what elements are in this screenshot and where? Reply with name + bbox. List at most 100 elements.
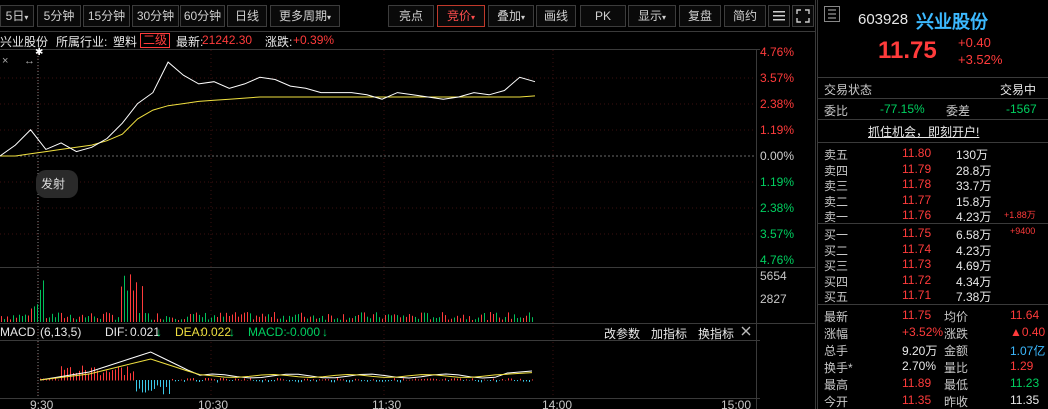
volume-bar xyxy=(46,318,47,322)
sell-level-row[interactable]: 卖二 11.77 15.8万 xyxy=(818,192,1048,209)
macd-bar xyxy=(265,379,266,381)
buy-level-row[interactable]: 买三 11.73 4.69万 xyxy=(818,256,1048,273)
volume-bar xyxy=(451,318,452,322)
volume-bar xyxy=(151,319,152,322)
macd-bar xyxy=(304,378,305,381)
stats-row[interactable]: 最高 11.89 最低 11.23 xyxy=(818,375,1048,392)
volume-bar xyxy=(430,319,431,322)
macd-bar xyxy=(442,379,443,381)
volume-bar xyxy=(352,318,353,322)
expand-icon[interactable] xyxy=(824,6,840,22)
macd-bar xyxy=(469,380,470,381)
promo-banner[interactable]: 抓住机会，即刻开户! xyxy=(818,122,1048,139)
volume-bar xyxy=(295,314,296,322)
volume-bar xyxy=(463,314,464,322)
level-volume: 7.38万 xyxy=(956,290,992,304)
macd-bar xyxy=(424,378,425,381)
stat-label: 换手* xyxy=(824,361,853,375)
expand-icon[interactable]: ↔ xyxy=(24,55,35,67)
volume-bar xyxy=(115,319,116,322)
stat-label: 昨收 xyxy=(944,395,969,409)
volume-bars xyxy=(1,274,533,322)
volume-bar xyxy=(499,317,500,322)
volume-bar xyxy=(502,319,503,322)
sell-level-row[interactable]: 卖五 11.80 130万 xyxy=(818,145,1048,162)
macd-bar xyxy=(52,379,53,381)
volume-bar xyxy=(106,312,107,322)
stats-row[interactable]: 换手* 2.70% 量比 1.29 xyxy=(818,358,1048,375)
weibi-label: 委比 xyxy=(824,104,849,118)
price-pct: +3.52% xyxy=(958,52,1003,67)
stats-row[interactable]: 最新 11.75 均价 11.64 xyxy=(818,307,1048,324)
macd-title[interactable]: MACD xyxy=(0,325,35,339)
avg-price-line xyxy=(0,95,536,157)
macd-bar xyxy=(172,378,173,381)
time-axis-label: 10:30 xyxy=(198,398,228,409)
close-icon[interactable]: × xyxy=(2,55,8,67)
volume-bar xyxy=(133,290,134,322)
close-icon[interactable] xyxy=(740,325,754,339)
macd-bar xyxy=(184,380,185,382)
volume-bar xyxy=(100,318,101,322)
macd-bar xyxy=(100,375,101,381)
macd-bar xyxy=(373,379,374,381)
macd-bar xyxy=(250,378,251,381)
stats-row[interactable]: 涨幅 +3.52% 涨跌 ▲0.40 xyxy=(818,324,1048,341)
macd-bar xyxy=(292,380,293,381)
macd-bar xyxy=(532,379,533,381)
macd-bar xyxy=(427,378,428,381)
buy-level-row[interactable]: 买二 11.74 4.23万 xyxy=(818,241,1048,258)
macd-bar xyxy=(493,378,494,381)
macd-bar xyxy=(310,380,311,382)
macd-bar xyxy=(367,380,368,382)
time-axis-label: 15:00 xyxy=(721,398,751,409)
macd-bar xyxy=(355,378,356,381)
buy-level-row[interactable]: 买一 11.75 6.58万 +9400 xyxy=(818,225,1048,242)
volume-bar xyxy=(310,316,311,322)
volume-bar xyxy=(178,319,179,322)
macd-bar xyxy=(262,380,263,383)
volume-bar xyxy=(490,312,491,322)
status-label: 交易状态 xyxy=(824,83,873,97)
macd-bar xyxy=(85,370,86,381)
buy-level-row[interactable]: 买五 11.71 7.38万 xyxy=(818,287,1048,304)
buy-level-row[interactable]: 买四 11.72 4.34万 xyxy=(818,272,1048,289)
volume-bar xyxy=(445,315,446,322)
sell-level-row[interactable]: 卖一 11.76 4.23万 +1.88万 xyxy=(818,207,1048,224)
weibi-value: -77.15% xyxy=(880,102,925,116)
stats-row[interactable]: 总手 9.20万 金额 1.07亿 xyxy=(818,341,1048,358)
stats-row[interactable]: 今开 11.35 昨收 11.35 xyxy=(818,392,1048,409)
volume-bar xyxy=(367,316,368,322)
edit-params-button[interactable]: 改参数 xyxy=(604,325,640,342)
volume-bar xyxy=(376,312,377,322)
price-axis-label: 2.38% xyxy=(760,97,794,111)
macd-bar xyxy=(403,378,404,381)
volume-bar xyxy=(61,312,62,322)
volume-bar xyxy=(286,319,287,322)
macd-bar xyxy=(205,378,206,381)
add-indicator-button[interactable]: 加指标 xyxy=(651,325,687,342)
volume-bar xyxy=(481,314,482,322)
launch-marker-label: 发射 xyxy=(41,176,65,191)
volume-bar xyxy=(172,317,173,322)
macd-header: MACD (6,13,5) DIF: 0.021 ↓ DEA: 0.022 ↓ … xyxy=(0,325,760,341)
stat-value: 2.70% xyxy=(902,359,937,373)
promo-text[interactable]: 抓住机会，即刻开户! xyxy=(868,123,979,140)
macd-bar xyxy=(193,378,194,381)
price-axis-label: 4.76% xyxy=(760,253,794,267)
volume-bar xyxy=(49,317,50,322)
macd-bar xyxy=(472,378,473,381)
macd-bar xyxy=(496,380,497,383)
macd-bar xyxy=(382,380,383,382)
stat-value: ▲0.40 xyxy=(1010,325,1046,339)
macd-bar xyxy=(94,367,95,381)
sell-level-row[interactable]: 卖四 11.79 28.8万 xyxy=(818,161,1048,178)
macd-params[interactable]: (6,13,5) xyxy=(40,325,81,339)
volume-bar xyxy=(163,319,164,322)
sell-level-row[interactable]: 卖三 11.78 33.7万 xyxy=(818,176,1048,193)
macd-bar xyxy=(406,379,407,381)
volume-bar xyxy=(292,316,293,322)
switch-indicator-button[interactable]: 换指标 xyxy=(698,325,734,342)
stat-value: 11.75 xyxy=(902,308,932,322)
volume-bar xyxy=(142,286,143,322)
